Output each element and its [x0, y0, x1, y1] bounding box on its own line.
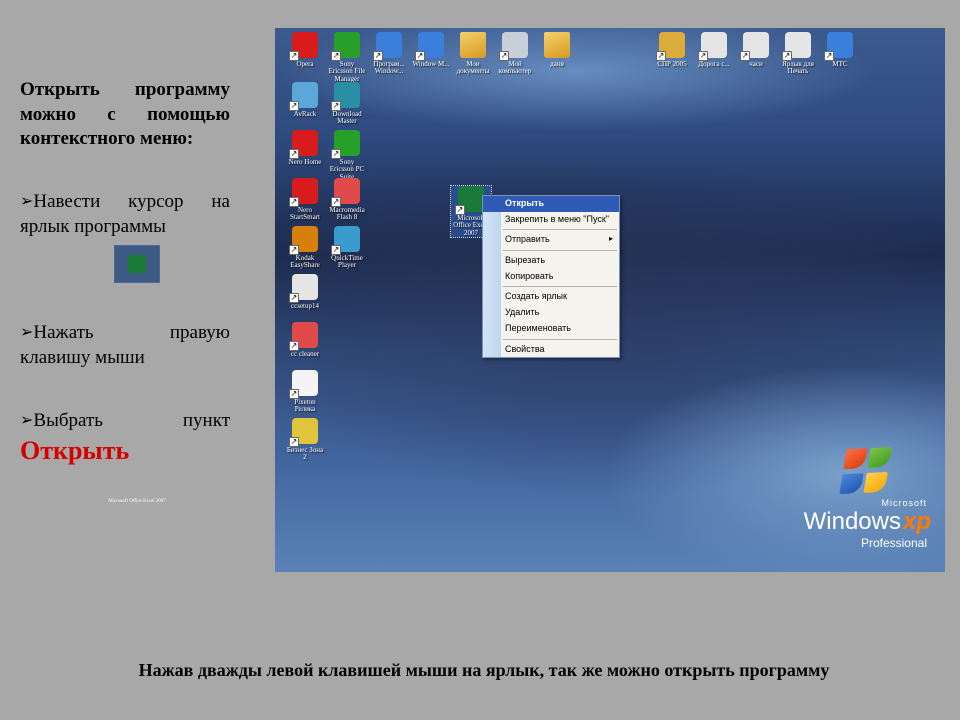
desktop-icon[interactable]: ↗Sony Ericsson PC Suite — [327, 130, 367, 181]
windows-xp-logo: Microsoft Windows xp Professional — [804, 448, 931, 550]
desktop-icon[interactable]: ↗Kodak EasyShare — [285, 226, 325, 270]
desktop-icon-label: МТС — [820, 61, 860, 68]
desktop-icon-label: часи — [736, 61, 776, 68]
desktop-icon-label: Nero Home — [285, 159, 325, 166]
desktop-icon[interactable]: ↗СПР 2005 — [652, 32, 692, 68]
instruction-open-word: Открыть — [20, 436, 129, 465]
desktop-icon-label: Бизнес Зона 2 — [285, 447, 325, 462]
desktop-icon-label: AvRack — [285, 111, 325, 118]
desktop-icon[interactable]: ↗ccsetup14 — [285, 274, 325, 310]
step-1-text: Навести курсор на ярлык программы — [20, 191, 230, 237]
ctx-delete[interactable]: Удалить — [483, 305, 619, 321]
windows-flag-icon — [839, 447, 895, 495]
desktop-icon[interactable]: Мои документы — [453, 32, 493, 76]
instruction-panel: Открыть программу можно с помощью контек… — [20, 78, 230, 505]
instruction-step-3: ➢Выбрать пункт Открыть — [20, 409, 230, 467]
desktop-icon-label: Macromedia Flash 8 — [327, 207, 367, 222]
desktop-icon-label: Opera — [285, 61, 325, 68]
context-menu: Открыть Закрепить в меню "Пуск" Отправит… — [482, 195, 620, 358]
desktop-icon-label: даня — [537, 61, 577, 68]
desktop-icon[interactable]: ↗часи — [736, 32, 776, 68]
desktop-icon[interactable]: даня — [537, 32, 577, 68]
desktop-icon-label: cc cleaner — [285, 351, 325, 358]
logo-brand: Microsoft — [804, 498, 927, 508]
ctx-rename[interactable]: Переименовать — [483, 321, 619, 337]
desktop-icon-label: QuickTime Player — [327, 255, 367, 270]
desktop-icon[interactable]: ↗Програм... Window... — [369, 32, 409, 76]
ctx-open[interactable]: Открыть — [483, 196, 619, 212]
instruction-title: Открыть программу можно с помощью контек… — [20, 78, 230, 152]
ctx-send[interactable]: Отправить — [483, 232, 619, 248]
logo-edition: Professional — [804, 536, 927, 550]
desktop-icon[interactable]: ↗Pixeton Релика — [285, 370, 325, 414]
example-icon-label: Microsoft Office Excel 2007 — [32, 499, 242, 504]
windows-desktop: ↗Opera↗Sony Ericsson File Manager↗Програ… — [275, 28, 945, 572]
desktop-icon-label: Мои документы — [453, 61, 493, 76]
logo-product: Windows — [804, 508, 901, 536]
instruction-step-1: ➢Навести курсор на ярлык программы — [20, 190, 230, 239]
desktop-icon[interactable]: ↗Sony Ericsson File Manager — [327, 32, 367, 83]
desktop-icon-label: Ярлык для Печать — [778, 61, 818, 76]
desktop-icon-label: Дорога с... — [694, 61, 734, 68]
ctx-pin[interactable]: Закрепить в меню "Пуск" — [483, 212, 619, 228]
footer-caption: Нажав дважды левой клавишей мыши на ярлы… — [54, 660, 914, 681]
desktop-icon-label: Sony Ericsson File Manager — [327, 61, 367, 83]
desktop-icon-label: СПР 2005 — [652, 61, 692, 68]
desktop-icon-label: Мой компьютер — [495, 61, 535, 76]
logo-suffix: xp — [903, 508, 931, 536]
ctx-props[interactable]: Свойства — [483, 342, 619, 358]
desktop-icon[interactable]: ↗Nero StartSmart — [285, 178, 325, 222]
step-3-text: Выбрать пункт — [33, 410, 230, 431]
desktop-icon[interactable]: ↗cc cleaner — [285, 322, 325, 358]
desktop-icon[interactable]: ↗Дорога с... — [694, 32, 734, 68]
desktop-icon-label: Download Master — [327, 111, 367, 126]
desktop-icon-label: ccsetup14 — [285, 303, 325, 310]
desktop-icon[interactable]: ↗Opera — [285, 32, 325, 68]
desktop-icon[interactable]: ↗AvRack — [285, 82, 325, 118]
desktop-icon[interactable]: ↗Window M... — [411, 32, 451, 68]
desktop-icon[interactable]: ↗Download Master — [327, 82, 367, 126]
desktop-icon[interactable]: ↗Ярлык для Печать — [778, 32, 818, 76]
desktop-icon-label: Kodak EasyShare — [285, 255, 325, 270]
ctx-shortcut[interactable]: Создать ярлык — [483, 289, 619, 305]
desktop-icon-label: Nero StartSmart — [285, 207, 325, 222]
desktop-icon[interactable]: ↗Мой компьютер — [495, 32, 535, 76]
instruction-step-2: ➢Нажать правую клавишу мыши — [20, 321, 230, 370]
desktop-icon-label: Window M... — [411, 61, 451, 68]
desktop-icon[interactable]: ↗Nero Home — [285, 130, 325, 166]
example-excel-icon: Microsoft Office Excel 2007 — [114, 245, 160, 283]
desktop-icon[interactable]: ↗Бизнес Зона 2 — [285, 418, 325, 462]
desktop-icon[interactable]: ↗МТС — [820, 32, 860, 68]
desktop-icon-label: Програм... Window... — [369, 61, 409, 76]
ctx-cut[interactable]: Вырезать — [483, 253, 619, 269]
desktop-icon[interactable]: ↗Macromedia Flash 8 — [327, 178, 367, 222]
desktop-icon-label: Pixeton Релика — [285, 399, 325, 414]
step-2-text: Нажать правую клавишу мыши — [20, 322, 230, 368]
ctx-copy[interactable]: Копировать — [483, 269, 619, 285]
desktop-icon[interactable]: ↗QuickTime Player — [327, 226, 367, 270]
